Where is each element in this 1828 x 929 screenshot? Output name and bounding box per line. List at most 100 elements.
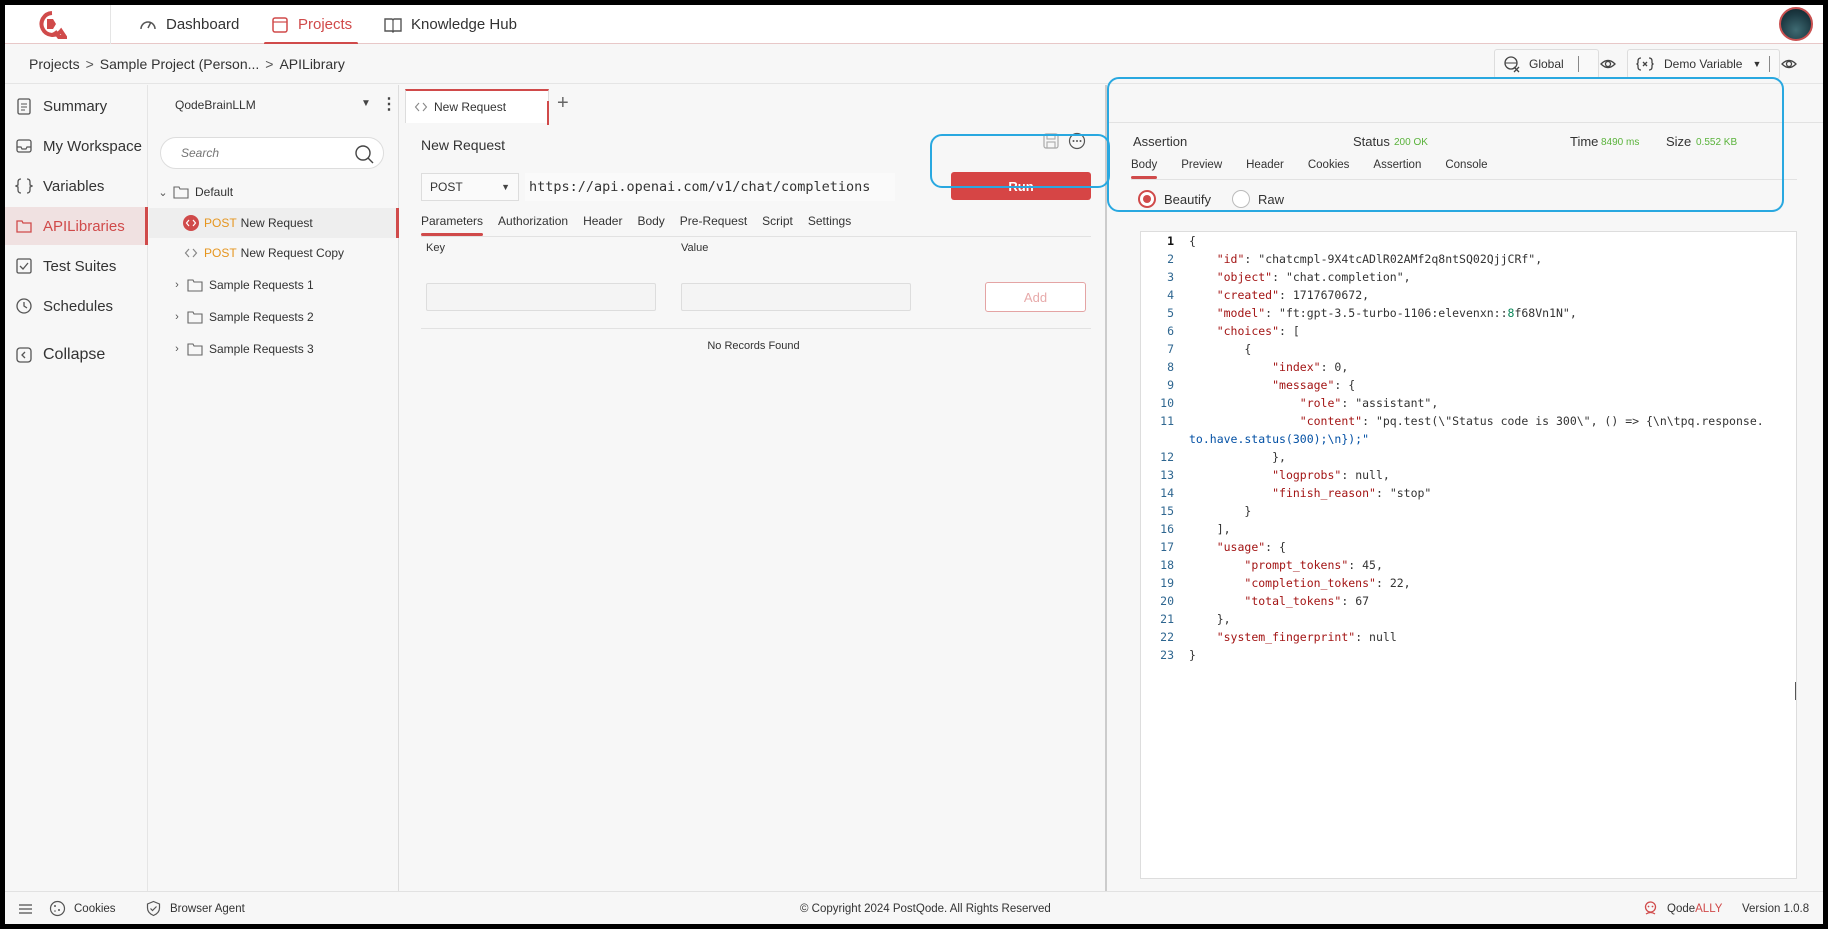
nav-dashboard[interactable]: Dashboard — [138, 5, 239, 44]
qodeally-button[interactable]: QodeALLY — [1642, 892, 1722, 924]
folder-label: Sample Requests 3 — [209, 342, 314, 356]
tab-assertion[interactable]: Assertion — [1373, 159, 1421, 177]
code-line: 3 "object": "chat.completion", — [1141, 268, 1796, 286]
line-number: 18 — [1160, 558, 1174, 572]
response-body-editor[interactable]: 1{2 "id": "chatcmpl-9X4tcADlR02AMf2q8ntS… — [1140, 231, 1797, 879]
tree-folder-sample-1[interactable]: › Sample Requests 1 — [149, 270, 399, 300]
tab-settings[interactable]: Settings — [808, 214, 851, 234]
footer-browser-agent[interactable]: Browser Agent — [145, 892, 245, 924]
breadcrumb-projects[interactable]: Projects — [29, 56, 80, 72]
url-input[interactable]: https://api.openai.com/v1/chat/completio… — [525, 173, 895, 201]
ally-suffix: ALLY — [1695, 902, 1723, 915]
chevron-down-icon: ▼ — [501, 182, 510, 192]
sidebar-item-my-workspace[interactable]: My Workspace — [5, 127, 148, 165]
code-text: "prompt_tokens": 45, — [1244, 558, 1383, 572]
code-text: "total_tokens": 67 — [1244, 594, 1370, 608]
add-parameter-button[interactable]: Add — [985, 282, 1086, 312]
code-text: "content": "pq.test(\"Status code is 300… — [1299, 414, 1764, 428]
footer-cookies[interactable]: Cookies — [49, 892, 116, 924]
raw-radio[interactable]: Raw — [1232, 190, 1284, 208]
tree-folder-default[interactable]: ⌄ Default — [149, 177, 399, 207]
search-input[interactable] — [181, 145, 351, 161]
code-line: 20 "total_tokens": 67 — [1141, 592, 1796, 610]
code-icon — [414, 102, 428, 112]
tab-header[interactable]: Header — [583, 214, 622, 234]
breadcrumb-bar: Projects > Sample Project (Person... > A… — [5, 44, 1823, 84]
sidebar-item-schedules[interactable]: Schedules — [5, 287, 148, 325]
line-number: 10 — [1160, 396, 1174, 410]
line-number: 14 — [1160, 486, 1174, 500]
request-tools — [1042, 132, 1086, 150]
divider — [1131, 179, 1797, 180]
tab-header[interactable]: Header — [1246, 159, 1284, 177]
save-icon[interactable] — [1042, 132, 1060, 150]
tree-folder-sample-2[interactable]: › Sample Requests 2 — [149, 302, 399, 332]
shield-check-icon — [146, 900, 161, 917]
nav-projects-label: Projects — [298, 16, 353, 33]
key-input[interactable] — [426, 283, 656, 311]
eye-settings-icon — [1597, 53, 1619, 75]
radio-label: Raw — [1258, 191, 1285, 207]
value-input[interactable] — [681, 283, 911, 311]
variable-env-edit-button[interactable] — [1778, 49, 1808, 79]
tab-pre-request[interactable]: Pre-Request — [680, 214, 747, 234]
copyright-text: © Copyright 2024 PostQode. All Rights Re… — [800, 902, 1051, 915]
tab-body[interactable]: Body — [637, 214, 664, 234]
variable-env-selector[interactable]: Demo Variable ▼ — [1627, 49, 1780, 79]
beautify-radio[interactable]: Beautify — [1138, 190, 1211, 208]
variable-icon — [1634, 53, 1656, 75]
chevron-down-icon[interactable]: ▼ — [361, 98, 371, 109]
line-number: 9 — [1167, 378, 1174, 392]
code-line: 19 "completion_tokens": 22, — [1141, 574, 1796, 592]
sidebar-item-summary[interactable]: Summary — [5, 87, 148, 125]
sidebar-item-label: Variables — [43, 177, 105, 195]
code-text: }, — [1189, 612, 1231, 626]
run-button[interactable]: Run — [951, 172, 1091, 200]
tab-body[interactable]: Body — [1131, 159, 1158, 179]
sidebar-item-apilibraries[interactable]: APILibraries — [5, 207, 148, 245]
global-variable-icon — [1501, 53, 1523, 75]
code-text: { — [1189, 234, 1196, 248]
tab-parameters[interactable]: Parameters — [421, 214, 484, 236]
method-value: POST — [430, 180, 463, 194]
search-icon[interactable] — [353, 143, 375, 165]
sidebar-item-variables[interactable]: Variables — [5, 167, 148, 205]
collection-panel: QodeBrainLLM ▼ ⋮ ⌄ Default POST New Requ… — [149, 85, 399, 891]
code-text: "object": "chat.completion", — [1216, 270, 1411, 284]
request-label: New Request — [240, 216, 313, 230]
tab-cookies[interactable]: Cookies — [1308, 159, 1350, 177]
tree-request-new-request-copy[interactable]: POST New Request Copy — [149, 238, 399, 268]
tree-request-new-request[interactable]: POST New Request — [149, 208, 399, 238]
tab-console[interactable]: Console — [1445, 159, 1487, 177]
breadcrumb-project[interactable]: Sample Project (Person... — [100, 56, 260, 72]
code-view: 1{2 "id": "chatcmpl-9X4tcADlR02AMf2q8ntS… — [1141, 232, 1796, 664]
footer: Cookies Browser Agent © Copyright 2024 P… — [5, 891, 1823, 924]
qodeally-icon — [1644, 901, 1657, 915]
menu-button[interactable] — [17, 892, 34, 924]
nav-projects[interactable]: Projects — [263, 5, 359, 45]
divider — [1109, 122, 1823, 123]
time-label: Time — [1570, 134, 1599, 149]
nav-knowledge-hub[interactable]: Knowledge Hub — [383, 5, 517, 44]
value-column-header: Value — [681, 242, 709, 254]
folder-icon — [187, 311, 203, 324]
global-env-selector[interactable]: Global — [1494, 49, 1599, 79]
tab-authorization[interactable]: Authorization — [498, 214, 568, 234]
global-env-edit-button[interactable] — [1597, 49, 1627, 79]
user-avatar[interactable] — [1779, 7, 1813, 41]
code-line: 21 }, — [1141, 610, 1796, 628]
add-tab-icon[interactable]: + — [557, 92, 569, 115]
collection-selector[interactable]: QodeBrainLLM ▼ ⋮ — [149, 85, 399, 125]
method-select[interactable]: POST ▼ — [421, 173, 519, 201]
sidebar-collapse-button[interactable]: Collapse — [5, 336, 148, 374]
tab-new-request[interactable]: New Request — [405, 89, 549, 125]
kebab-menu-icon[interactable]: ⋮ — [381, 94, 397, 114]
sidebar-item-test-suites[interactable]: Test Suites — [5, 247, 148, 285]
tab-preview[interactable]: Preview — [1181, 159, 1222, 177]
postqode-logo[interactable] — [37, 11, 67, 39]
tab-script[interactable]: Script — [762, 214, 793, 234]
more-options-icon[interactable] — [1068, 132, 1086, 150]
tree-folder-sample-3[interactable]: › Sample Requests 3 — [149, 334, 399, 364]
request-tabstrip: New Request + — [400, 85, 1107, 125]
code-line: 9 "message": { — [1141, 376, 1796, 394]
